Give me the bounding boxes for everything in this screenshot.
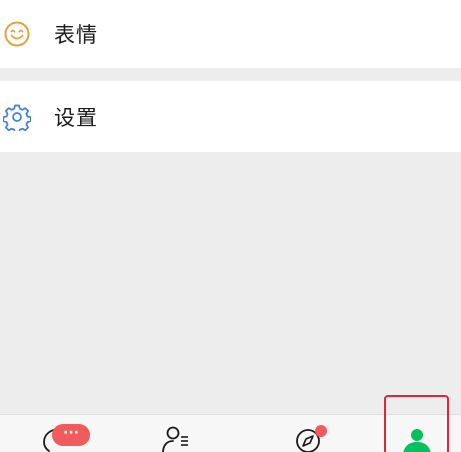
chats-unread-badge: ··· [52, 424, 90, 446]
discover-notification-dot [315, 425, 327, 437]
me-screen: 表情 设置 ··· [0, 0, 461, 452]
menu-item-emoji-label: 表情 [54, 23, 98, 47]
menu-item-settings[interactable]: 设置 [0, 81, 461, 152]
menu-item-settings-label: 设置 [54, 105, 98, 130]
tab-contacts[interactable] [137, 415, 217, 452]
contacts-icon [157, 415, 197, 452]
gear-icon [3, 103, 31, 131]
tab-me[interactable] [385, 415, 449, 452]
person-icon [397, 415, 437, 452]
tab-discover[interactable] [268, 415, 348, 452]
smiley-icon [3, 20, 31, 48]
section-divider [0, 68, 461, 81]
menu-item-emoji[interactable]: 表情 [0, 0, 461, 68]
